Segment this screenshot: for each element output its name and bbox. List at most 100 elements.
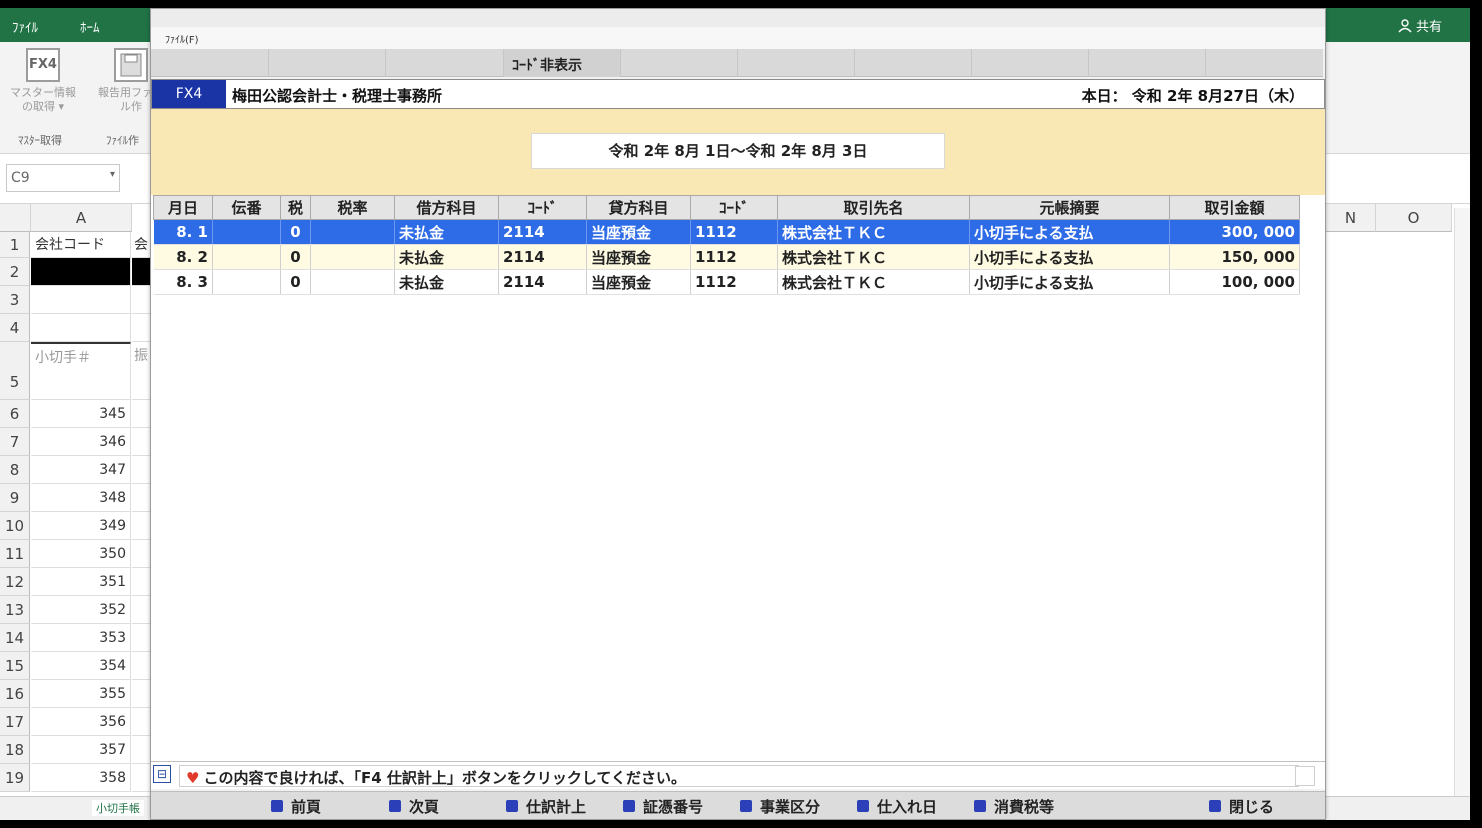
cell-a[interactable]: 352	[31, 596, 131, 624]
cell-a[interactable]	[31, 314, 131, 342]
code-hide-button[interactable]: ｺｰﾄﾞ非表示	[504, 49, 621, 77]
cell-amount: 100, 000	[1169, 269, 1300, 295]
row-header[interactable]: 7	[0, 428, 30, 456]
consumption-tax-button[interactable]: 消費税等	[974, 795, 1054, 817]
cell-a[interactable]: 会社コード	[31, 232, 131, 258]
cell-a[interactable]: 354	[31, 652, 131, 680]
cell-a[interactable]: 357	[31, 736, 131, 764]
next-page-button[interactable]: 次頁	[389, 795, 439, 817]
fn-slot-3[interactable]	[386, 49, 504, 77]
message-checkbox[interactable]	[1295, 766, 1315, 786]
cell-b[interactable]	[132, 652, 152, 680]
post-journal-button[interactable]: 仕訳計上	[506, 795, 586, 817]
row-header[interactable]: 13	[0, 596, 30, 624]
cell-credit-code: 1112	[690, 219, 778, 245]
cell-a[interactable]: 356	[31, 708, 131, 736]
ribbon-group-file: ﾌｧｲﾙ作	[106, 134, 139, 147]
fn-slot-7[interactable]	[855, 49, 972, 77]
cell-a[interactable]	[31, 286, 131, 314]
period-range: 令和 2年 8月 1日～令和 2年 8月 3日	[531, 133, 945, 169]
row-header[interactable]: 17	[0, 708, 30, 736]
cell-b[interactable]	[132, 540, 152, 568]
voucher-number-button[interactable]: 証憑番号	[623, 795, 703, 817]
row-header[interactable]: 15	[0, 652, 30, 680]
cell-b[interactable]	[132, 484, 152, 512]
cell-b[interactable]	[132, 708, 152, 736]
row-header[interactable]: 12	[0, 568, 30, 596]
fetch-master-button[interactable]: FX4 マスター情報の取得 ▾	[8, 48, 78, 114]
row-header[interactable]: 14	[0, 624, 30, 652]
cell-b[interactable]	[132, 286, 152, 314]
col-header-n[interactable]: N	[1326, 204, 1376, 232]
save-icon	[114, 48, 148, 82]
row-header[interactable]: 18	[0, 736, 30, 764]
fn-slot-9[interactable]	[1089, 49, 1206, 77]
cell-a[interactable]: 346	[31, 428, 131, 456]
cell-b[interactable]	[132, 736, 152, 764]
cell-a[interactable]: 347	[31, 456, 131, 484]
row-header[interactable]: 10	[0, 512, 30, 540]
row-header[interactable]: 9	[0, 484, 30, 512]
col-header-o[interactable]: O	[1376, 204, 1452, 232]
cell-a[interactable]: 349	[31, 512, 131, 540]
cell-a[interactable]: 小切手＃	[31, 342, 131, 400]
table-row[interactable]: 8. 1 0 未払金 2114 当座預金 1112 株式会社ＴＫＣ 小切手による支払 300, …	[153, 219, 1300, 245]
cell-b[interactable]: 振	[132, 342, 152, 400]
cell-b[interactable]	[132, 764, 152, 792]
cell-a[interactable]: 351	[31, 568, 131, 596]
fn-slot-5[interactable]	[621, 49, 738, 77]
vertical-scrollbar[interactable]	[1454, 208, 1470, 798]
row-header[interactable]: 2	[0, 258, 30, 286]
fn-slot-2[interactable]	[269, 49, 386, 77]
row-header[interactable]: 6	[0, 400, 30, 428]
cell-b[interactable]	[132, 568, 152, 596]
cell-b[interactable]	[132, 258, 152, 286]
excel-tab-home[interactable]: ﾎｰﾑ	[80, 17, 100, 36]
col-partner: 取引先名	[777, 195, 970, 220]
row-header[interactable]: 3	[0, 286, 30, 314]
cell-b[interactable]	[132, 456, 152, 484]
cell-a[interactable]	[31, 258, 131, 286]
fn-slot-10[interactable]	[1206, 49, 1323, 77]
cell-credit-code: 1112	[690, 244, 778, 270]
cell-b[interactable]	[132, 624, 152, 652]
cell-a[interactable]: 353	[31, 624, 131, 652]
row-header[interactable]: 1	[0, 232, 30, 258]
close-button[interactable]: 閉じる	[1209, 795, 1274, 817]
menu-file[interactable]: ﾌｧｲﾙ(F)	[165, 35, 199, 46]
info-icon[interactable]: ⊟	[153, 765, 171, 783]
cell-b[interactable]: 会	[132, 232, 152, 258]
cell-b[interactable]	[132, 680, 152, 708]
cell-b[interactable]	[132, 428, 152, 456]
name-box[interactable]: C9 ▾	[6, 164, 120, 192]
table-row[interactable]: 8. 3 0 未払金 2114 当座預金 1112 株式会社ＴＫＣ 小切手による支払 100, …	[153, 269, 1300, 295]
row-header[interactable]: 8	[0, 456, 30, 484]
cell-tax-rate	[310, 269, 395, 295]
cell-b[interactable]	[132, 400, 152, 428]
row-header[interactable]: 5	[0, 342, 30, 400]
table-row[interactable]: 8. 2 0 未払金 2114 当座預金 1112 株式会社ＴＫＣ 小切手による支払 150, …	[153, 244, 1300, 270]
cell-a[interactable]: 355	[31, 680, 131, 708]
cell-a[interactable]: 348	[31, 484, 131, 512]
prev-page-button[interactable]: 前頁	[271, 795, 321, 817]
cell-b[interactable]	[132, 512, 152, 540]
cell-a[interactable]: 358	[31, 764, 131, 792]
fn-slot-8[interactable]	[972, 49, 1089, 77]
row-header[interactable]: 19	[0, 764, 30, 792]
cell-a[interactable]: 345	[31, 400, 131, 428]
row-header[interactable]: 11	[0, 540, 30, 568]
business-category-button[interactable]: 事業区分	[740, 795, 820, 817]
purchase-date-button[interactable]: 仕入れ日	[857, 795, 937, 817]
cell-b[interactable]	[132, 314, 152, 342]
cell-b[interactable]	[132, 596, 152, 624]
col-header-a[interactable]: A	[31, 204, 132, 232]
fn-slot-1[interactable]	[151, 49, 269, 77]
fn-slot-6[interactable]	[738, 49, 855, 77]
row-header[interactable]: 4	[0, 314, 30, 342]
select-all-corner[interactable]	[0, 204, 31, 232]
excel-tab-file[interactable]: ﾌｧｲﾙ	[12, 17, 38, 36]
sheet-tab[interactable]: 小切手帳	[92, 800, 144, 816]
cell-a[interactable]: 350	[31, 540, 131, 568]
row-header[interactable]: 16	[0, 680, 30, 708]
share-button[interactable]: 共有	[1398, 16, 1442, 35]
